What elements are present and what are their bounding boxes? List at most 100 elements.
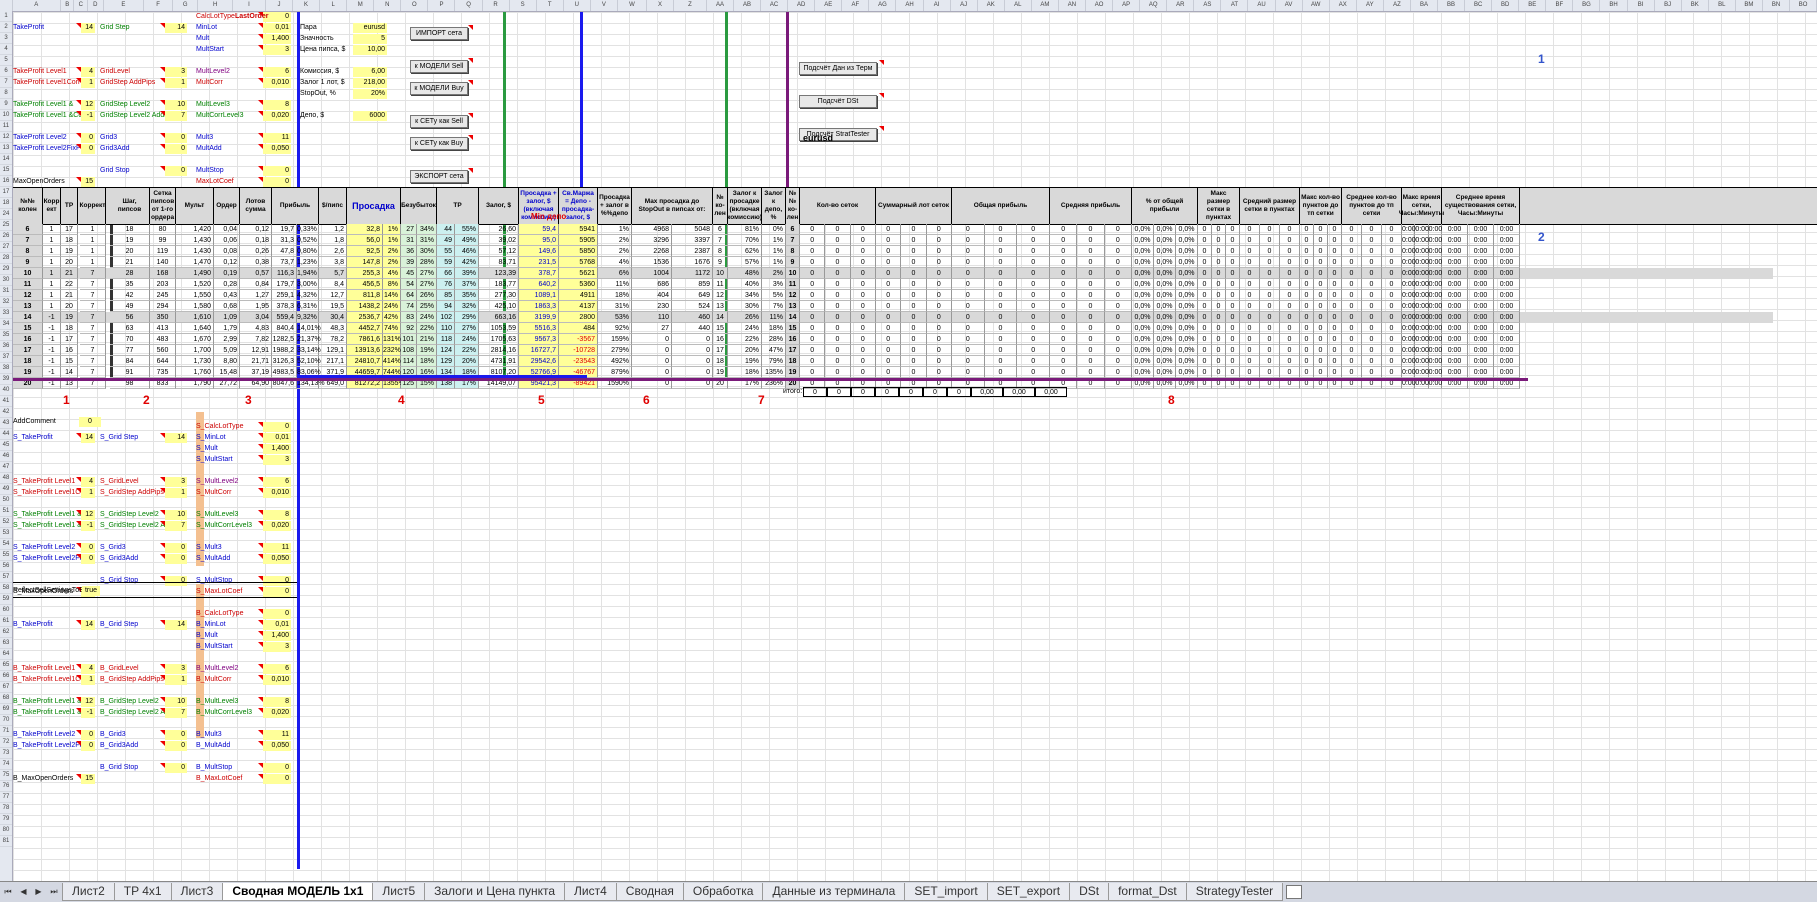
b-mult-setting-value[interactable]: 0,020 [263,708,291,718]
row-header-31[interactable]: 31 [0,286,12,297]
column-header-am[interactable]: AM [1032,0,1059,11]
column-header-n[interactable]: N [374,0,402,11]
column-header-bi[interactable]: BI [1628,0,1655,11]
column-header-t[interactable]: T [537,0,564,11]
column-header-u[interactable]: U [564,0,591,11]
row-header-63[interactable]: 63 [0,638,12,649]
s-mult-setting-value[interactable]: 0 [263,576,291,586]
column-header-s[interactable]: S [510,0,537,11]
add-comment-value[interactable]: 0 [79,417,101,427]
row-header-40[interactable]: 40 [0,385,12,396]
row-header-47[interactable]: 47 [0,462,12,473]
row-header-30[interactable]: 30 [0,275,12,286]
grid-setting-value[interactable]: 0 [165,133,187,143]
b-grid-setting-value[interactable]: 0 [165,730,187,740]
column-header-o[interactable]: O [401,0,429,11]
setting-value[interactable]: 0 [81,133,95,143]
row-header-6[interactable]: 6 [0,66,12,77]
row-header-56[interactable]: 56 [0,561,12,572]
row-header-45[interactable]: 45 [0,440,12,451]
column-header-l[interactable]: L [320,0,348,11]
row-header-78[interactable]: 78 [0,803,12,814]
column-header-bf[interactable]: BF [1546,0,1574,11]
setting-value[interactable]: 14 [81,23,95,33]
column-header-ap[interactable]: AP [1113,0,1141,11]
row-header-68[interactable]: 68 [0,693,12,704]
column-header-m[interactable]: M [347,0,375,11]
mult-setting-value[interactable]: 0,01 [263,23,291,33]
s-setting-value[interactable]: 14 [81,433,95,443]
sheet-tab[interactable]: Лист4 [564,883,617,901]
column-header-bm[interactable]: BM [1736,0,1763,11]
row-header-46[interactable]: 46 [0,451,12,462]
column-header-au[interactable]: AU [1248,0,1276,11]
row-header-41[interactable]: 41 [0,396,12,407]
row-header-26[interactable]: 26 [0,231,12,242]
column-header-a[interactable]: A [13,0,61,11]
b-mult-setting-value[interactable]: 0,050 [263,741,291,751]
s-setting-value[interactable]: 1 [81,488,95,498]
row-header-32[interactable]: 32 [0,297,12,308]
b-setting-value[interactable]: 14 [81,620,95,630]
row-header-69[interactable]: 69 [0,704,12,715]
sheet-tab[interactable]: DSt [1069,883,1110,901]
row-header-28[interactable]: 28 [0,253,12,264]
s-mult-setting-value[interactable]: 11 [263,543,291,553]
b-setting-value[interactable]: 4 [81,664,95,674]
sheet-tab[interactable]: format_Dst [1108,883,1187,901]
s-mult-setting-value[interactable]: 3 [263,455,291,465]
row-header-8[interactable]: 8 [0,88,12,99]
row-header-79[interactable]: 79 [0,814,12,825]
setting-value[interactable]: 15 [81,177,95,187]
grid-setting-value[interactable]: 7 [165,111,187,121]
sheet-tab[interactable]: SET_export [986,883,1071,901]
row-header-2[interactable]: 2 [0,22,12,33]
column-header-at[interactable]: AT [1221,0,1249,11]
row-header-15[interactable]: 15 [0,165,12,176]
column-header-an[interactable]: AN [1059,0,1086,11]
s-setting-value[interactable]: 0 [81,543,95,553]
column-header-c[interactable]: C [74,0,89,11]
mult-setting-value[interactable]: 8 [263,100,291,110]
row-header-43[interactable]: 43 [0,418,12,429]
column-header-aq[interactable]: AQ [1140,0,1168,11]
s-mult-setting-value[interactable]: 6 [263,477,291,487]
sheet-tab[interactable]: Залоги и Цена пункта [424,883,566,901]
mult-setting-value[interactable]: 0,020 [263,111,291,121]
row-header-13[interactable]: 13 [0,143,12,154]
mult-setting-value[interactable]: 1,400 [263,34,291,44]
column-header-ah[interactable]: AH [896,0,924,11]
b-setting-value[interactable]: 0 [81,741,95,751]
b-mult-setting-value[interactable]: 0,010 [263,675,291,685]
row-header-12[interactable]: 12 [0,132,12,143]
column-header-j[interactable]: J [266,0,294,11]
b-grid-setting-value[interactable]: 14 [165,620,187,630]
row-header-4[interactable]: 4 [0,44,12,55]
s-grid-setting-value[interactable]: 14 [165,433,187,443]
s-grid-setting-value[interactable]: 10 [165,510,187,520]
s-mult-setting-value[interactable]: 0,010 [263,488,291,498]
column-header-f[interactable]: F [144,0,174,11]
reflect-value[interactable]: true [82,586,100,596]
column-header-e[interactable]: E [104,0,145,11]
setting-value[interactable]: 12 [81,100,95,110]
s-mult-setting-value[interactable]: 0,01 [263,433,291,443]
column-header-h[interactable]: H [198,0,234,11]
column-header-bj[interactable]: BJ [1655,0,1682,11]
column-header-bc[interactable]: BC [1465,0,1493,11]
s-setting-value[interactable]: 0 [81,554,95,564]
column-header-ae[interactable]: AE [815,0,843,11]
b-mult-setting-value[interactable]: 6 [263,664,291,674]
mult-setting-value[interactable]: 0 [263,177,291,187]
b-mult-setting-value[interactable]: 0 [263,609,291,619]
row-header-7[interactable]: 7 [0,77,12,88]
row-header-39[interactable]: 39 [0,374,12,385]
tab-nav-arrow-icon[interactable]: ⏮ [4,887,11,897]
s-grid-setting-value[interactable]: 3 [165,477,187,487]
b-mult-setting-value[interactable]: 8 [263,697,291,707]
column-header-bn[interactable]: BN [1763,0,1791,11]
grid-setting-value[interactable]: 0 [165,144,187,154]
b-grid-setting-value[interactable]: 10 [165,697,187,707]
info-value[interactable]: 6,00 [353,67,387,77]
sheet-tab[interactable]: Лист2 [62,883,115,901]
